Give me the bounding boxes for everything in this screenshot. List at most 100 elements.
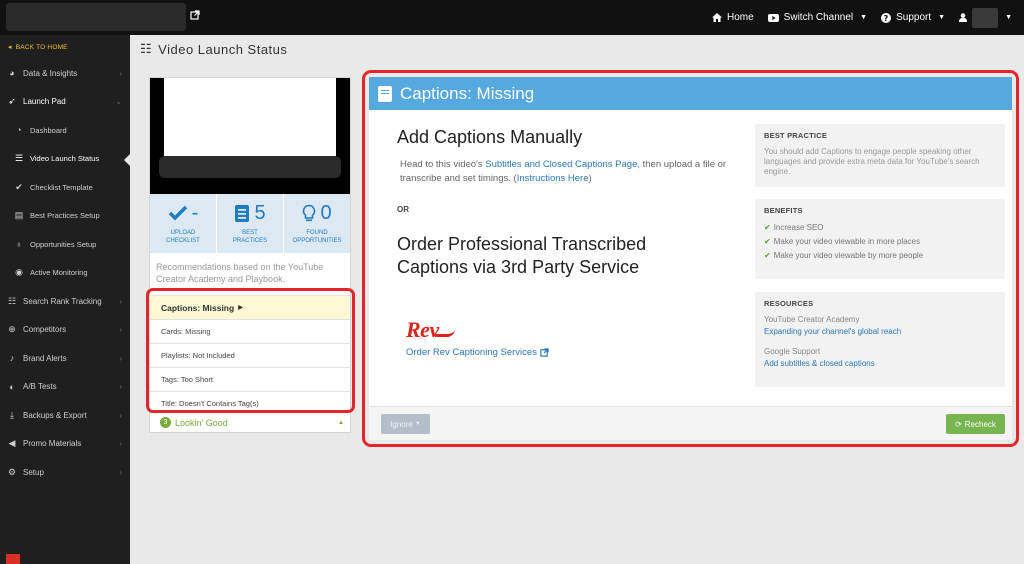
chevron-right-icon: › [119, 410, 122, 420]
chevron-right-icon: › [119, 467, 122, 477]
sidebar-item-label: Best Practices Setup [30, 211, 100, 221]
sidebar-item-label: A/B Tests [23, 382, 57, 392]
sidebar-item-active-monitoring[interactable]: ◉ Active Monitoring [0, 259, 130, 288]
sidebar-item-promo-materials[interactable]: ◀ Promo Materials › [0, 430, 130, 459]
chevron-left-icon: ◂ [8, 44, 12, 51]
or-divider: OR [397, 205, 409, 214]
checklist-item-tags[interactable]: Tags: Too Short [150, 367, 350, 391]
checklist-item-playlists[interactable]: Playlists: Not Included [150, 343, 350, 367]
switch-channel-label: Switch Channel [783, 12, 854, 23]
dashboard-icon: ◔ [16, 125, 22, 136]
sidebar-item-label: Promo Materials [23, 439, 82, 449]
benefit-text: Make your video viewable by more people [773, 251, 924, 260]
list-ol-icon: ☷ [7, 295, 17, 306]
resource-link[interactable]: Add subtitles & closed captions [764, 359, 875, 368]
question-circle-icon: ? [881, 12, 892, 23]
stat-label: CHECKLIST [166, 238, 200, 244]
caret-right-icon: ▶ [238, 305, 243, 311]
video-title-redacted [159, 156, 341, 178]
video-thumbnail[interactable] [150, 78, 350, 194]
home-link[interactable]: Home [711, 12, 754, 23]
benefit-text: Make your video viewable in more places [773, 237, 920, 246]
checklist-item-captions[interactable]: Captions: Missing ▶ [150, 295, 350, 319]
stat-best-practices[interactable]: 5 BEST PRACTICES [217, 194, 284, 253]
stat-upload-checklist[interactable]: - UPLOAD CHECKLIST [150, 194, 217, 253]
looking-good-toggle[interactable]: 3 Lookin' Good ▲ [150, 412, 350, 432]
sidebar-item-brand-alerts[interactable]: ♪ Brand Alerts › [0, 344, 130, 373]
support-menu[interactable]: ? Support ▼ [881, 12, 945, 23]
page-title-text: Video Launch Status [158, 41, 288, 57]
user-menu[interactable]: ▼ [959, 7, 1012, 28]
checklist-item-cards[interactable]: Cards: Missing [150, 319, 350, 343]
sidebar-item-checklist-template[interactable]: ✔ Checklist Template [0, 173, 130, 202]
sidebar: ◂ BACK TO HOME ◕ Data & Insights › ➶ Lau… [0, 35, 130, 564]
caret-down-icon: ▼ [414, 421, 421, 427]
svg-text:?: ? [884, 14, 889, 23]
stat-label: OPPORTUNITIES [292, 238, 342, 244]
sidebar-item-label: Setup [23, 467, 44, 477]
best-practice-title: BEST PRACTICE [764, 131, 828, 140]
sidebar-item-label: Checklist Template [30, 182, 93, 192]
chevron-right-icon: › [119, 325, 122, 335]
checklist-item-label: Tags: Too Short [161, 375, 213, 384]
external-link-icon[interactable] [190, 10, 200, 20]
book-icon [378, 85, 392, 102]
channel-logo-redacted [6, 3, 186, 31]
stat-found-opportunities[interactable]: 0 FOUND OPPORTUNITIES [284, 194, 350, 253]
sidebar-item-label: Competitors [23, 325, 67, 335]
back-to-home-link[interactable]: ◂ BACK TO HOME [0, 35, 130, 59]
chevron-right-icon: › [119, 68, 122, 78]
cogs-icon: ⚙ [7, 466, 17, 477]
resource-source: Google Support [764, 347, 821, 356]
sidebar-item-label: Backups & Export [23, 410, 87, 420]
crosshair-icon: ⊕ [8, 324, 16, 335]
benefits-box: BENEFITS ✔ Increase SEO ✔ Make your video … [755, 199, 1005, 279]
sidebar-item-data-insights[interactable]: ◕ Data & Insights › [0, 59, 130, 88]
sidebar-item-label: Data & Insights [23, 68, 78, 78]
sidebar-item-competitors[interactable]: ⊕ Competitors › [0, 316, 130, 345]
checklist-item-label: Playlists: Not Included [161, 351, 235, 360]
stat-label: FOUND [306, 230, 328, 236]
sidebar-item-label: Launch Pad [23, 97, 66, 107]
benefits-title: BENEFITS [764, 206, 803, 215]
ignore-label: Ignore [390, 419, 413, 429]
subtitles-page-link[interactable]: Subtitles and Closed Captions Page [485, 159, 637, 170]
back-label: BACK TO HOME [15, 43, 68, 51]
switch-channel-menu[interactable]: Switch Channel ▼ [767, 12, 867, 23]
sidebar-item-label: Search Rank Tracking [23, 296, 102, 306]
caret-down-icon: ▼ [938, 14, 946, 21]
stat-label: BEST [242, 230, 258, 236]
recheck-button[interactable]: ⟳ Recheck [946, 414, 1005, 434]
caret-down-icon: ▼ [1005, 14, 1012, 21]
sidebar-item-video-launch-status[interactable]: ☰ Video Launch Status [0, 145, 130, 174]
order-professional-heading: Order Professional Transcribed Captions … [397, 234, 647, 277]
resources-box: RESOURCES YouTube Creator Academy Expand… [755, 292, 1005, 387]
stats-row: - UPLOAD CHECKLIST 5 BEST PRACTICES 0 FOUN… [150, 194, 350, 253]
sidebar-item-label: Opportunities Setup [30, 239, 97, 249]
resource-link[interactable]: Expanding your channel's global reach [764, 327, 901, 336]
sidebar-item-search-rank-tracking[interactable]: ☷ Search Rank Tracking › [0, 287, 130, 316]
resource-source: YouTube Creator Academy [764, 315, 860, 324]
recommendations-note: Recommendations based on the YouTube Cre… [156, 262, 324, 284]
checklist-item-label: Title: Doesn't Contains Tag(s) [161, 399, 259, 408]
benefit-item: ✔ Make your video viewable by more people [764, 250, 996, 261]
sidebar-item-opportunities-setup[interactable]: ♁ Opportunities Setup [0, 230, 130, 259]
sidebar-item-setup[interactable]: ⚙ Setup › [0, 458, 130, 487]
sidebar-item-ab-tests[interactable]: ◐ A/B Tests › [0, 373, 130, 402]
sidebar-item-dashboard[interactable]: ◔ Dashboard [0, 116, 130, 145]
chevron-right-icon: › [119, 353, 122, 363]
lightbulb-icon: ♁ [15, 239, 23, 250]
resources-title: RESOURCES [764, 299, 814, 308]
looking-good-label: Lookin' Good [175, 417, 228, 428]
best-practice-text: You should add Captions to engage people… [764, 147, 980, 176]
sidebar-item-backups-export[interactable]: ⤓ Backups & Export › [0, 401, 130, 430]
ignore-button[interactable]: Ignore ▼ [381, 414, 430, 434]
order-rev-link[interactable]: Order Rev Captioning Services [406, 347, 549, 358]
page-title: ☷ Video Launch Status [140, 41, 287, 57]
rev-logo[interactable]: Rev [406, 317, 455, 343]
user-icon [959, 13, 968, 22]
instructions-link[interactable]: Instructions Here [517, 173, 589, 184]
sidebar-item-best-practices-setup[interactable]: ▤ Best Practices Setup [0, 202, 130, 231]
sidebar-item-launch-pad[interactable]: ➶ Launch Pad ⌄ [0, 88, 130, 117]
home-icon [711, 13, 722, 22]
